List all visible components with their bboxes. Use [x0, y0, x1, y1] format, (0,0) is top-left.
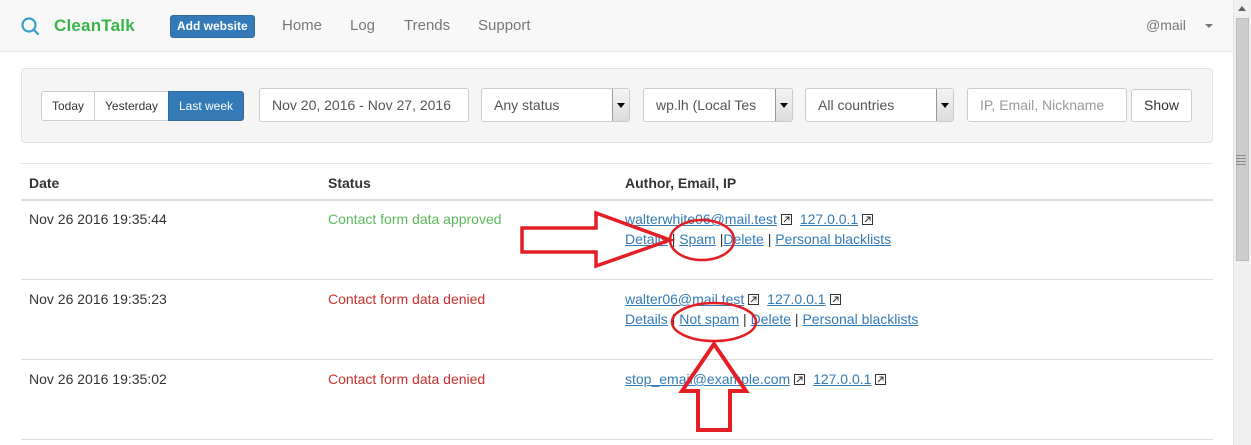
yesterday-button[interactable]: Yesterday	[94, 91, 169, 121]
annotation-overlay	[520, 210, 758, 432]
date-range-value: Nov 20, 2016 - Nov 27, 2016	[272, 97, 452, 113]
external-link-icon[interactable]	[794, 374, 806, 385]
row1-ip-link[interactable]: 127.0.0.1	[800, 211, 858, 227]
nav-home[interactable]: Home	[282, 17, 322, 34]
logo-icon	[21, 17, 40, 36]
row2-email-link[interactable]: walter06@mail.test	[625, 291, 744, 307]
top-navbar: CleanTalk Add website Home Log Trends Su…	[0, 0, 1233, 52]
row2-details-link[interactable]: Details	[625, 311, 668, 327]
row2-actions: Details | Not spam | Delete | Personal b…	[625, 311, 919, 327]
row2-not-spam-link[interactable]: Not spam	[679, 311, 739, 327]
divider	[21, 163, 1213, 164]
last-week-button[interactable]: Last week	[167, 91, 244, 121]
external-link-icon[interactable]	[875, 374, 887, 385]
row2-blacklists-link[interactable]: Personal blacklists	[802, 311, 918, 327]
row1-delete-link[interactable]: Delete	[723, 231, 763, 247]
status-select[interactable]: Any status	[481, 88, 630, 122]
external-link-icon[interactable]	[780, 214, 792, 225]
row2-author: walter06@mail.test 127.0.0.1	[625, 291, 845, 307]
row2-status: Contact form data denied	[328, 291, 486, 307]
site-select-value: wp.lh (Local Tes	[656, 97, 757, 113]
row1-author: walterwhite06@mail.test 127.0.0.1	[625, 211, 877, 227]
country-select[interactable]: All countries	[805, 88, 954, 122]
external-link-icon[interactable]	[748, 294, 760, 305]
row1-date: Nov 26 2016 19:35:44	[29, 211, 167, 227]
nav-trends[interactable]: Trends	[404, 17, 450, 34]
scroll-grip-icon	[1236, 153, 1246, 167]
search-input[interactable]: IP, Email, Nickname	[967, 88, 1127, 122]
vertical-scrollbar[interactable]	[1233, 0, 1251, 445]
select-arrow-icon[interactable]	[936, 89, 953, 121]
external-link-icon[interactable]	[862, 214, 874, 225]
row2-date: Nov 26 2016 19:35:23	[29, 291, 167, 307]
nav-support[interactable]: Support	[478, 17, 531, 34]
caret-down-icon[interactable]	[1205, 24, 1213, 28]
row1-blacklists-link[interactable]: Personal blacklists	[775, 231, 891, 247]
scroll-up-icon[interactable]	[1234, 0, 1251, 17]
row3-date: Nov 26 2016 19:35:02	[29, 371, 167, 387]
header-status: Status	[328, 175, 371, 191]
scrollbar-thumb[interactable]	[1236, 18, 1249, 261]
brand[interactable]: CleanTalk	[20, 14, 135, 38]
row1-spam-link[interactable]: Spam	[679, 231, 716, 247]
user-menu[interactable]: @mail	[1146, 17, 1186, 33]
select-arrow-icon[interactable]	[612, 89, 629, 121]
row3-author: stop_email@example.com 127.0.0.1	[625, 371, 890, 387]
site-select[interactable]: wp.lh (Local Tes	[643, 88, 793, 122]
row2-delete-link[interactable]: Delete	[751, 311, 791, 327]
nav-log[interactable]: Log	[350, 17, 375, 34]
row1-status: Contact form data approved	[328, 211, 502, 227]
annotation-arrow-up	[678, 340, 750, 432]
header-divider	[21, 199, 1213, 201]
add-website-button[interactable]: Add website	[170, 15, 255, 38]
row1-actions: Details | Spam |Delete | Personal blackl…	[625, 231, 892, 247]
row3-ip-link[interactable]: 127.0.0.1	[813, 371, 871, 387]
header-author: Author, Email, IP	[625, 175, 737, 191]
show-button[interactable]: Show	[1131, 89, 1192, 122]
select-arrow-icon[interactable]	[775, 89, 792, 121]
row1-details-link[interactable]: Details	[625, 231, 668, 247]
search-placeholder: IP, Email, Nickname	[980, 97, 1105, 113]
country-select-value: All countries	[818, 97, 895, 113]
row-divider	[21, 439, 1213, 440]
row3-email-link[interactable]: stop_email@example.com	[625, 371, 790, 387]
status-select-value: Any status	[494, 97, 560, 113]
date-range-input[interactable]: Nov 20, 2016 - Nov 27, 2016	[259, 88, 469, 122]
external-link-icon[interactable]	[829, 294, 841, 305]
brand-name: CleanTalk	[54, 16, 135, 35]
row3-status: Contact form data denied	[328, 371, 486, 387]
row-divider	[21, 359, 1213, 360]
row1-email-link[interactable]: walterwhite06@mail.test	[625, 211, 777, 227]
date-range-buttons: Today Yesterday Last week	[41, 91, 244, 121]
row2-ip-link[interactable]: 127.0.0.1	[767, 291, 825, 307]
row-divider	[21, 279, 1213, 280]
today-button[interactable]: Today	[41, 91, 96, 121]
header-date: Date	[29, 175, 60, 191]
